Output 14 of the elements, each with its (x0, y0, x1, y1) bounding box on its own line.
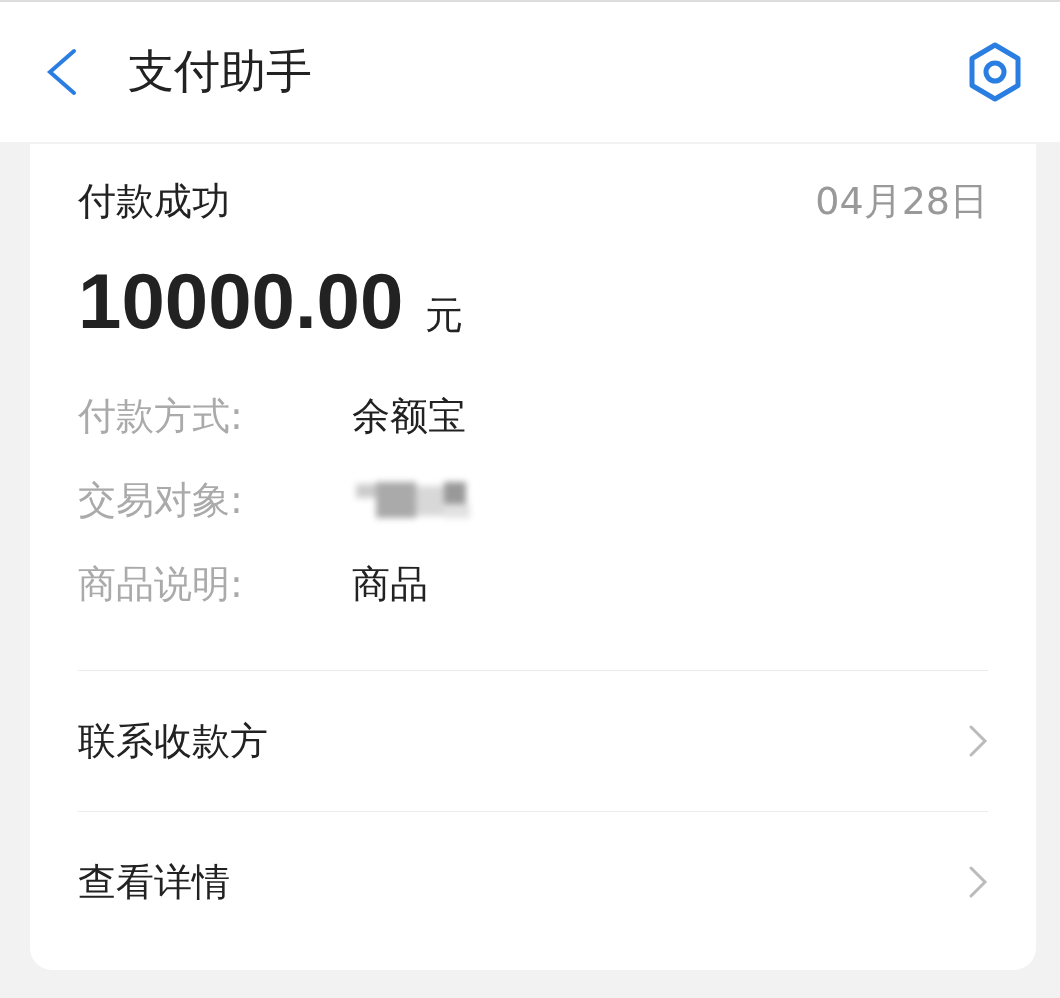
payment-status: 付款成功 (78, 177, 230, 225)
currency-unit: 元 (425, 292, 464, 339)
chevron-right-icon (968, 724, 988, 758)
chevron-right-icon (968, 865, 988, 899)
payment-amount: 10000.00 (78, 256, 404, 347)
detail-value: 余额宝 (352, 392, 466, 440)
menu-row[interactable]: 联系收款方 (78, 670, 988, 811)
menu-row[interactable]: 查看详情 (78, 811, 988, 952)
detail-label: 交易对象: (78, 476, 244, 524)
page-title: 支付助手 (128, 43, 313, 100)
detail-value: 商品 (352, 560, 428, 608)
payment-date: 04月28日 (815, 177, 988, 225)
detail-label: 付款方式: (78, 392, 244, 440)
detail-label: 商品说明: (78, 560, 244, 608)
